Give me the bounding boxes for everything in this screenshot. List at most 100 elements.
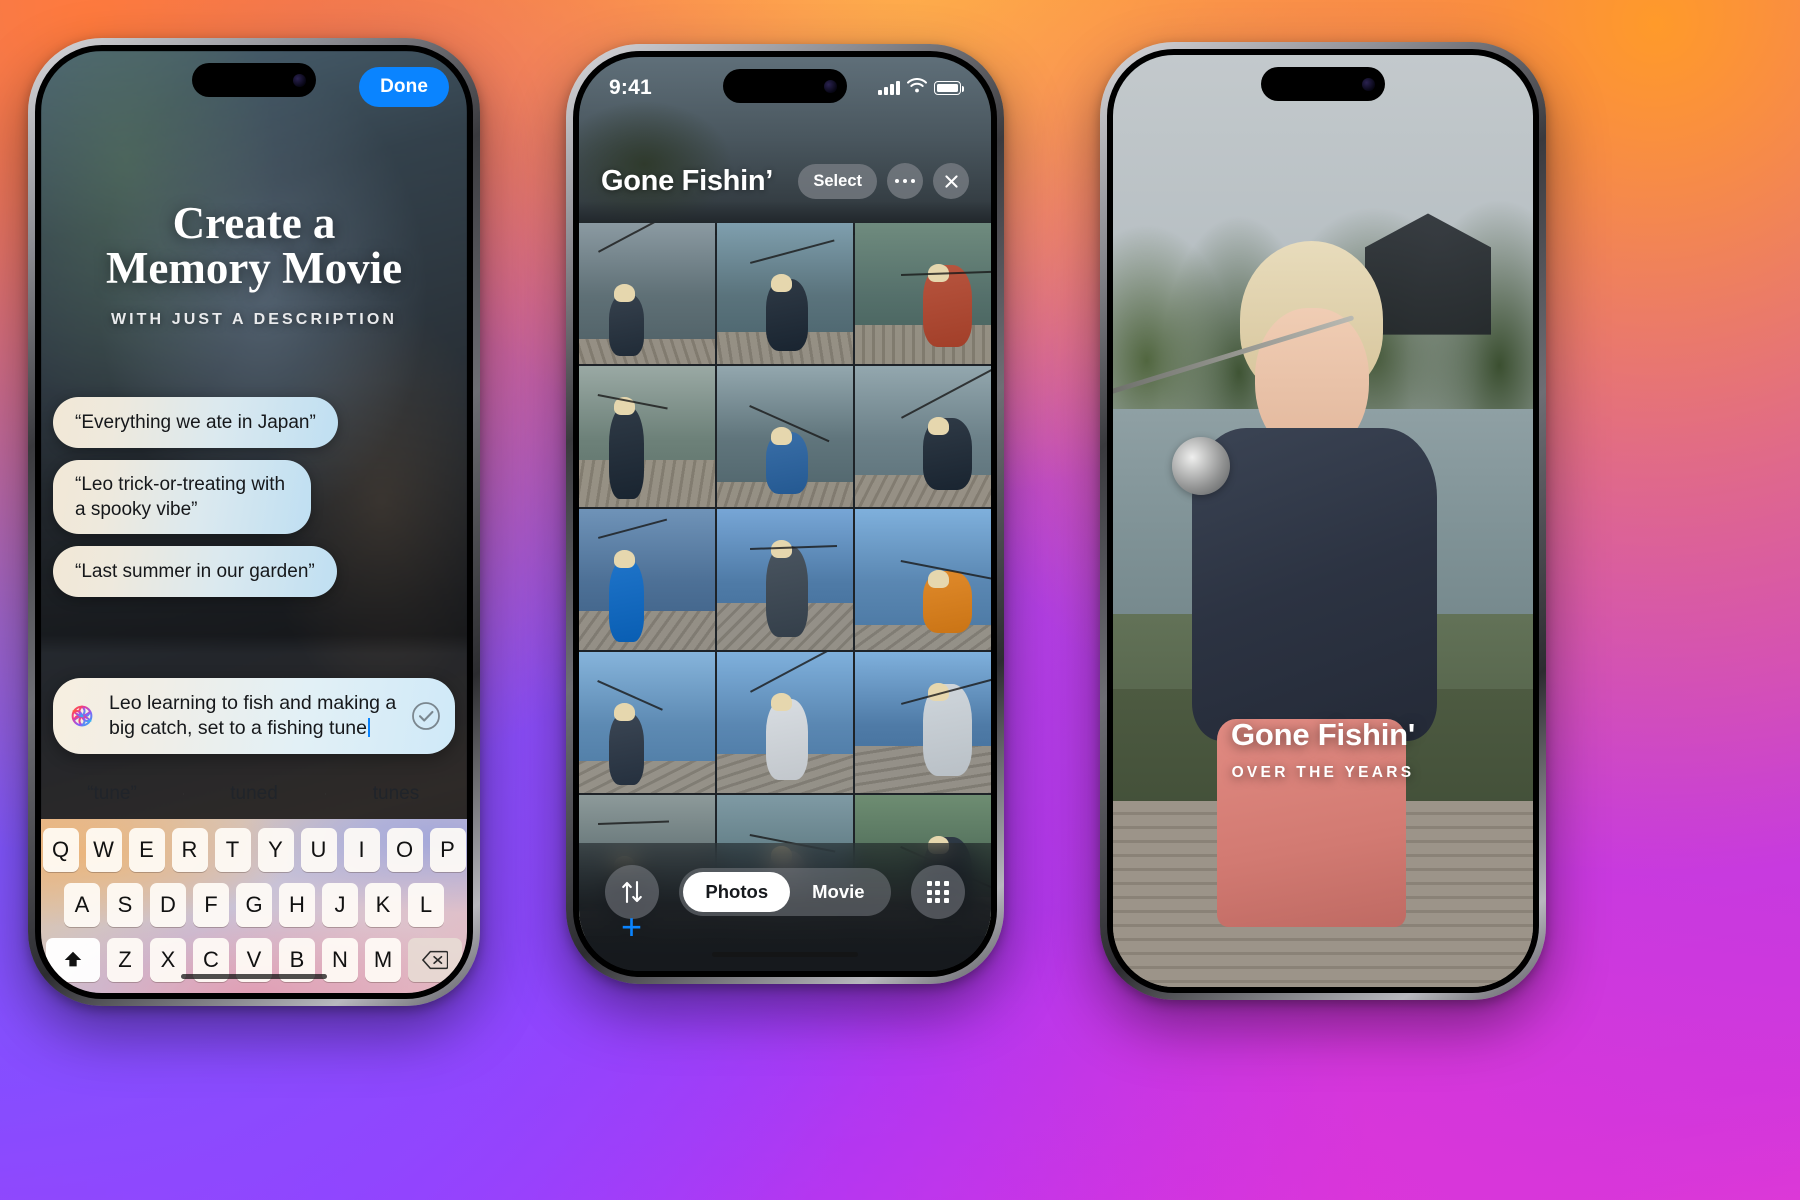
phone-left: Done Create a Memory Movie WITH JUST A D… — [28, 38, 480, 1006]
memory-title: Gone Fishin’ — [601, 164, 774, 197]
suggestion-chip[interactable]: “Leo trick-or-treating with a spooky vib… — [53, 460, 311, 535]
photo-tile[interactable] — [855, 652, 991, 793]
key-k[interactable]: K — [365, 883, 401, 927]
tile-sky — [855, 366, 991, 440]
grid-layout-icon[interactable] — [910, 865, 965, 919]
key-h[interactable]: H — [279, 883, 315, 927]
onscreen-keyboard: QWERTYUIOP ASDFGHJKL ZXCVBNM 123 — [41, 819, 467, 993]
tile-sky — [579, 652, 715, 726]
key-e[interactable]: E — [128, 828, 165, 872]
photo-tile[interactable] — [855, 509, 991, 650]
status-time: 9:41 — [609, 76, 652, 99]
key-p[interactable]: P — [429, 828, 466, 872]
keyboard-row-2: ASDFGHJKL — [47, 883, 461, 927]
key-l[interactable]: L — [408, 883, 444, 927]
photo-tile[interactable] — [579, 509, 715, 650]
tile-subject — [608, 712, 645, 785]
key-n[interactable]: N — [322, 938, 358, 982]
home-indicator[interactable] — [181, 974, 327, 979]
phone-right: Gone Fishin' OVER THE YEARS — [1100, 42, 1546, 1000]
autocorrect-suggestion[interactable]: tuned — [183, 783, 325, 805]
front-camera-icon — [293, 73, 306, 87]
segment-photos[interactable]: Photos — [683, 872, 791, 912]
dynamic-island — [1261, 67, 1385, 101]
status-bar: 9:41 — [579, 73, 991, 103]
autocorrect-suggestion[interactable]: “tune” — [41, 783, 183, 805]
page-subtitle: WITH JUST A DESCRIPTION — [110, 311, 398, 328]
phone-left-bezel: Done Create a Memory Movie WITH JUST A D… — [35, 45, 473, 999]
shift-arrow-icon[interactable] — [46, 938, 100, 982]
signal-bars-icon — [878, 81, 900, 95]
photo-tile[interactable] — [717, 652, 853, 793]
key-m[interactable]: M — [365, 938, 401, 982]
suggestion-chip[interactable]: “Last summer in our garden” — [53, 546, 337, 598]
status-indicators — [878, 78, 965, 98]
apple-intelligence-icon — [65, 699, 99, 733]
front-camera-icon — [1362, 77, 1375, 91]
tile-subject — [765, 545, 809, 638]
tile-sky — [579, 509, 715, 583]
photo-tile[interactable] — [717, 509, 853, 650]
key-d[interactable]: D — [150, 883, 186, 927]
tile-sky — [855, 509, 991, 583]
key-u[interactable]: U — [300, 828, 337, 872]
checkmark-circle-icon[interactable] — [411, 701, 441, 731]
tile-subject-hair — [928, 569, 949, 588]
key-f[interactable]: F — [193, 883, 229, 927]
text-cursor — [368, 717, 370, 737]
tile-dock — [579, 610, 715, 650]
description-input-value[interactable]: Leo learning to fish and making a big ca… — [109, 691, 401, 740]
key-j[interactable]: J — [322, 883, 358, 927]
tile-subject-hair — [614, 702, 635, 722]
key-y[interactable]: Y — [257, 828, 294, 872]
memory-movie-frame — [1113, 55, 1533, 987]
keyboard-row-1: QWERTYUIOP — [42, 828, 466, 872]
tile-dock — [855, 624, 991, 650]
tile-subject-hair — [771, 692, 792, 712]
memory-navbar: Gone Fishin’ Select — [579, 163, 991, 199]
dynamic-island — [192, 63, 316, 97]
phone-left-screen: Done Create a Memory Movie WITH JUST A D… — [41, 51, 467, 993]
phone-center: 9:41 Gone Fishin’ Select Photos Movie + — [566, 44, 1004, 984]
tile-sky — [579, 223, 715, 297]
key-r[interactable]: R — [171, 828, 208, 872]
photo-tile[interactable] — [855, 223, 991, 364]
key-o[interactable]: O — [386, 828, 423, 872]
photo-tile[interactable] — [579, 366, 715, 507]
tile-subject — [765, 698, 809, 781]
page-title: Create a Memory Movie — [41, 201, 467, 291]
close-x-icon[interactable] — [933, 163, 969, 199]
photo-tile[interactable] — [579, 223, 715, 364]
backspace-icon[interactable] — [408, 938, 462, 982]
tile-subject-hair — [614, 549, 635, 569]
page-title-line1: Create a — [172, 198, 336, 248]
autocorrect-suggestion[interactable]: tunes — [325, 783, 467, 805]
key-a[interactable]: A — [64, 883, 100, 927]
segment-movie[interactable]: Movie — [790, 872, 886, 912]
view-mode-segmented-control[interactable]: Photos Movie — [679, 868, 891, 916]
photo-tile[interactable] — [579, 652, 715, 793]
key-g[interactable]: G — [236, 883, 272, 927]
key-s[interactable]: S — [107, 883, 143, 927]
tile-subject-hair — [928, 416, 949, 436]
page-title-line2: Memory Movie — [105, 243, 403, 293]
key-i[interactable]: I — [343, 828, 380, 872]
key-t[interactable]: T — [214, 828, 251, 872]
done-button[interactable]: Done — [359, 67, 449, 107]
suggestion-chip[interactable]: “Everything we ate in Japan” — [53, 397, 338, 449]
tile-dock — [579, 338, 715, 364]
select-button[interactable]: Select — [798, 163, 877, 199]
description-input[interactable]: Leo learning to fish and making a big ca… — [53, 678, 455, 755]
photo-tile[interactable] — [717, 366, 853, 507]
tile-subject-hair — [771, 426, 792, 445]
ellipsis-icon[interactable] — [887, 163, 923, 199]
key-z[interactable]: Z — [107, 938, 143, 982]
photo-tile[interactable] — [855, 366, 991, 507]
phone-center-bezel: 9:41 Gone Fishin’ Select Photos Movie + — [573, 51, 997, 977]
home-indicator[interactable] — [712, 952, 858, 957]
plus-icon[interactable]: + — [621, 909, 642, 945]
key-w[interactable]: W — [85, 828, 122, 872]
phone-right-bezel: Gone Fishin' OVER THE YEARS — [1107, 49, 1539, 993]
photo-tile[interactable] — [717, 223, 853, 364]
key-q[interactable]: Q — [42, 828, 79, 872]
